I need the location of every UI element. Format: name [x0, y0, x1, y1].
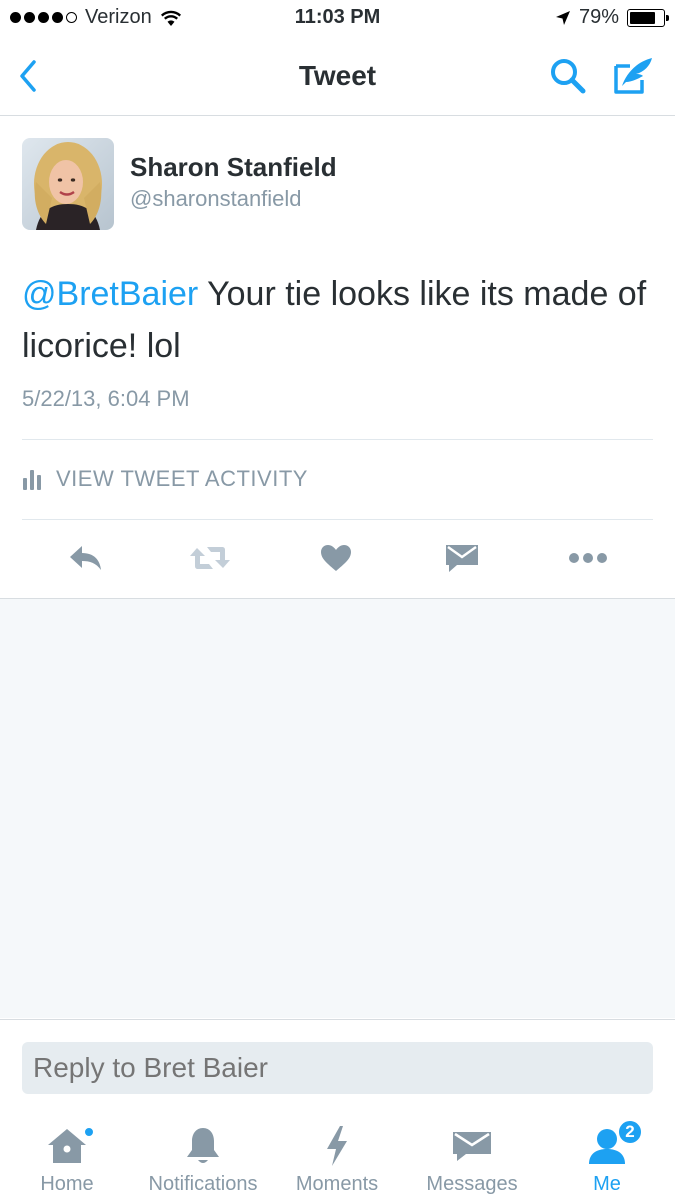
status-bar: Verizon 11:03 PM 79%	[0, 0, 675, 38]
direct-message-button[interactable]	[438, 538, 486, 578]
tab-label: Me	[593, 1173, 621, 1195]
tab-me[interactable]: 2 Me	[570, 1109, 644, 1200]
nav-bar: Tweet	[0, 38, 675, 116]
search-icon[interactable]	[548, 56, 588, 96]
status-right: 79%	[555, 6, 669, 29]
battery-icon	[627, 8, 669, 27]
mention-link[interactable]: @BretBaier	[22, 275, 198, 313]
more-icon	[569, 553, 607, 563]
divider	[22, 519, 653, 520]
me-badge: 2	[617, 1119, 643, 1145]
avatar-image	[22, 138, 114, 230]
retweet-button[interactable]	[186, 538, 234, 578]
envelope-icon	[453, 1132, 491, 1161]
tab-messages[interactable]: Messages	[420, 1109, 524, 1200]
tab-label: Messages	[426, 1173, 518, 1195]
user-handle[interactable]: @sharonstanfield	[130, 186, 302, 212]
tab-moments[interactable]: Moments	[290, 1109, 384, 1200]
avatar[interactable]	[22, 138, 114, 230]
bell-icon	[187, 1128, 219, 1163]
direct-message-icon	[446, 545, 478, 572]
home-icon	[48, 1129, 86, 1163]
lightning-icon	[327, 1126, 347, 1166]
tweet-actions	[0, 538, 675, 578]
more-button[interactable]	[564, 538, 612, 578]
reply-icon	[70, 546, 101, 570]
tab-label: Moments	[295, 1173, 379, 1195]
reply-bar	[0, 1019, 675, 1109]
view-tweet-activity-button[interactable]: VIEW TWEET ACTIVITY	[22, 466, 308, 492]
user-name[interactable]: Sharon Stanfield	[130, 152, 337, 183]
retweet-icon	[190, 547, 230, 569]
tab-home[interactable]: Home	[22, 1109, 112, 1200]
tab-bar: Home Notifications Moments Messages 2 Me	[0, 1109, 675, 1200]
battery-percent: 79%	[578, 6, 619, 28]
like-icon	[321, 545, 351, 571]
reply-button[interactable]	[62, 538, 110, 578]
divider	[22, 439, 653, 440]
bar-chart-icon	[23, 470, 41, 490]
compose-icon[interactable]	[612, 54, 656, 96]
tab-notifications[interactable]: Notifications	[140, 1109, 266, 1200]
activity-label: VIEW TWEET ACTIVITY	[56, 466, 308, 491]
location-arrow-icon	[555, 10, 570, 25]
reply-input[interactable]	[22, 1042, 653, 1094]
empty-content-area	[0, 598, 675, 1018]
like-button[interactable]	[312, 538, 360, 578]
home-notification-dot	[84, 1127, 94, 1137]
tab-label: Notifications	[148, 1173, 258, 1195]
tweet-timestamp: 5/22/13, 6:04 PM	[22, 386, 190, 411]
tab-label: Home	[40, 1173, 94, 1195]
tweet-text: @BretBaier Your tie looks like its made …	[22, 268, 652, 372]
battery-level	[630, 11, 656, 24]
